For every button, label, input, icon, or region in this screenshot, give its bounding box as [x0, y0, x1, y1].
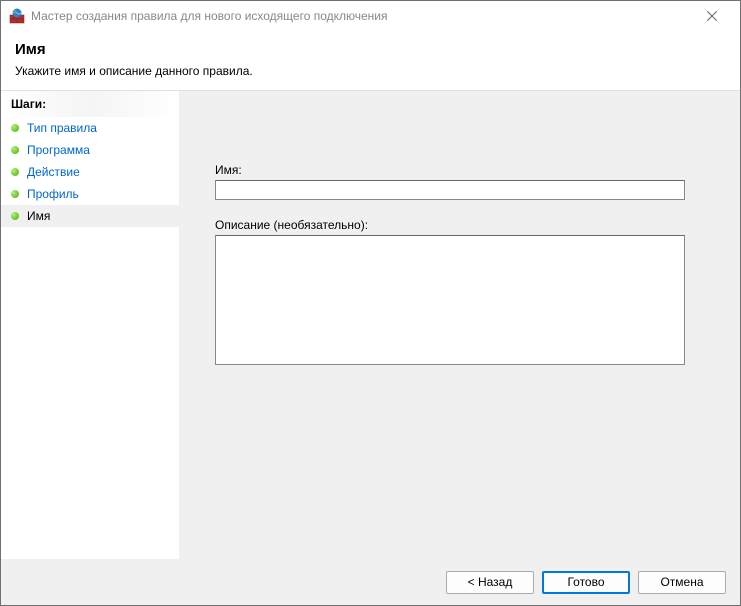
firewall-icon: [9, 8, 25, 24]
description-label: Описание (необязательно):: [215, 218, 712, 232]
step-label: Профиль: [27, 187, 79, 201]
step-program[interactable]: Программа: [1, 139, 179, 161]
name-label: Имя:: [215, 163, 712, 177]
cancel-button[interactable]: Отмена: [638, 571, 726, 594]
finish-button[interactable]: Готово: [542, 571, 630, 594]
name-group: Имя:: [215, 163, 712, 200]
page-subtitle: Укажите имя и описание данного правила.: [15, 64, 726, 78]
bullet-icon: [11, 146, 19, 154]
step-label: Имя: [27, 209, 50, 223]
step-action[interactable]: Действие: [1, 161, 179, 183]
step-label: Действие: [27, 165, 80, 179]
name-input[interactable]: [215, 180, 685, 200]
window-title: Мастер создания правила для нового исход…: [31, 9, 692, 23]
back-button[interactable]: < Назад: [446, 571, 534, 594]
close-button[interactable]: [692, 2, 732, 30]
bullet-icon: [11, 190, 19, 198]
wizard-body: Шаги: Тип правила Программа Действие Про…: [1, 91, 740, 559]
steps-heading: Шаги:: [1, 91, 179, 117]
step-rule-type[interactable]: Тип правила: [1, 117, 179, 139]
steps-sidebar: Шаги: Тип правила Программа Действие Про…: [1, 91, 179, 559]
step-name[interactable]: Имя: [1, 205, 179, 227]
form-panel: Имя: Описание (необязательно):: [179, 91, 740, 559]
wizard-header: Имя Укажите имя и описание данного прави…: [1, 31, 740, 91]
bullet-icon: [11, 212, 19, 220]
step-label: Тип правила: [27, 121, 97, 135]
page-title: Имя: [15, 41, 726, 58]
bullet-icon: [11, 124, 19, 132]
titlebar: Мастер создания правила для нового исход…: [1, 1, 740, 31]
step-profile[interactable]: Профиль: [1, 183, 179, 205]
step-label: Программа: [27, 143, 90, 157]
bullet-icon: [11, 168, 19, 176]
description-textarea[interactable]: [215, 235, 685, 365]
description-group: Описание (необязательно):: [215, 218, 712, 368]
wizard-footer: < Назад Готово Отмена: [1, 559, 740, 605]
